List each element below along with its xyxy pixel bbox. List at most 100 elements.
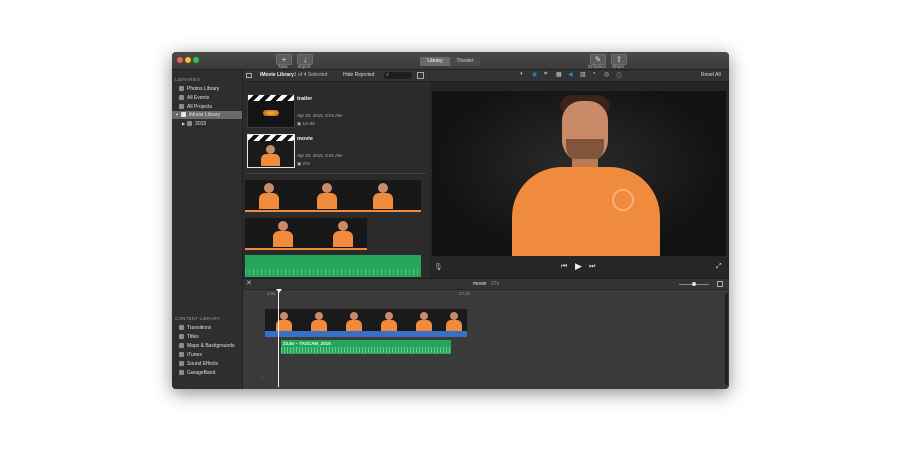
sidebar-item-label: Transitions <box>187 325 212 331</box>
clapperboard-icon <box>248 135 294 141</box>
grid-view-icon[interactable] <box>417 72 424 79</box>
noise-reduction-icon[interactable]: ▥ <box>580 71 586 78</box>
events-icon <box>179 95 184 101</box>
titles-icon <box>179 334 184 340</box>
skip-forward-icon[interactable]: ⏭ <box>589 263 595 271</box>
sound-effects-icon <box>179 361 184 367</box>
clip-filter-icon[interactable]: ◎ <box>604 71 609 78</box>
search-field[interactable]: ⌕ <box>384 72 412 79</box>
audio-waveform <box>245 269 421 275</box>
timeline-scrollbar[interactable] <box>725 293 728 385</box>
tab-theater[interactable]: Theater <box>450 57 480 66</box>
video-clip-audio-track <box>265 331 467 337</box>
sidebar-item-label: Photos Library <box>187 86 220 92</box>
audio-clip-timeline[interactable]: 23.8s – TASCAM_2015 <box>281 340 451 354</box>
sidebar-item-titles[interactable]: Titles <box>179 333 199 341</box>
viewer: ◐ ◉ ⌗ ▦ ◀ ▥ ◔ ◎ ⓘ Reset All 🎙 ⏮ ▶ ⏭ ⤢ <box>430 70 729 278</box>
sidebar-item-maps-backgrounds[interactable]: Maps & Backgrounds <box>179 342 235 350</box>
photos-icon <box>179 86 184 92</box>
audio-clip-browser[interactable] <box>245 255 421 277</box>
play-icon[interactable]: ▶ <box>575 261 582 272</box>
project-title-movie: movie <box>297 136 313 142</box>
library-browser: trailer Apr 20, 2015, 5:04 AM ▣ 1m 8s mo… <box>243 82 429 278</box>
sidebar-item-label: All Events <box>187 95 210 101</box>
person-shirt <box>512 167 660 256</box>
timeline: ✕ movie 27s 0.0s 27.0s 23.8s – TASCAM_20… <box>243 278 729 389</box>
disclosure-triangle-icon: ▼ <box>175 112 179 117</box>
clip-filmstrip-2[interactable] <box>245 218 367 250</box>
close-window-button[interactable] <box>177 57 183 63</box>
person-head <box>266 145 275 154</box>
library-theater-switch: Library Theater <box>420 57 480 66</box>
color-correction-icon[interactable]: ◉ <box>532 71 537 78</box>
sidebar-item-photos-library[interactable]: Photos Library <box>179 85 219 93</box>
volume-icon[interactable]: ◀ <box>568 71 573 78</box>
speed-icon[interactable]: ◔ <box>592 71 596 77</box>
stabilization-icon[interactable]: ▦ <box>556 71 562 78</box>
share-icon: ⇪ <box>615 55 623 64</box>
adjustments-toolbar: ◐ ◉ ⌗ ▦ ◀ ▥ ◔ ◎ ⓘ Reset All <box>430 70 729 82</box>
timeline-project-title: movie <box>473 281 487 287</box>
video-clip[interactable] <box>265 309 467 331</box>
shirt-logo <box>612 189 634 211</box>
sidebar-item-2015[interactable]: ▶ 2015 <box>182 120 206 128</box>
share-label: Share <box>611 64 624 69</box>
playhead[interactable] <box>278 289 279 387</box>
garageband-icon <box>179 370 184 376</box>
transitions-icon <box>179 325 184 331</box>
sidebar-item-label: 2015 <box>195 121 207 127</box>
sidebar-item-label: Sound Effects <box>187 361 219 367</box>
filter-popup[interactable]: Hide Rejected <box>343 70 374 81</box>
event-icon <box>187 121 193 127</box>
libraries-header: LIBRARIES <box>175 77 201 82</box>
voiceover-microphone-icon[interactable]: 🎙 <box>434 263 443 271</box>
crop-icon[interactable]: ⌗ <box>544 71 547 78</box>
sidebar-item-label: GarageBand <box>187 370 216 376</box>
zoom-slider-knob[interactable] <box>692 282 696 286</box>
clip-filmstrip-1[interactable] <box>245 180 421 212</box>
sidebar-item-garageband[interactable]: GarageBand <box>179 369 215 377</box>
close-icon[interactable]: ✕ <box>246 279 252 287</box>
timeline-settings-icon[interactable] <box>717 281 723 287</box>
person-shirt <box>261 154 280 166</box>
movie-thumbnail[interactable] <box>247 134 295 168</box>
sidebar-item-label: iTunes <box>187 352 202 358</box>
content-library-header: CONTENT LIBRARY <box>175 316 221 321</box>
project-date-movie: Apr 20, 2015, 5:01 AM <box>297 153 342 158</box>
itunes-icon <box>179 352 184 358</box>
project-duration-trailer: ▣ 1m 8s <box>297 121 315 126</box>
reset-all-button[interactable]: Reset All <box>701 72 721 78</box>
projects-icon <box>179 104 184 110</box>
audio-clip-label: 23.8s – TASCAM_2015 <box>283 341 331 346</box>
sidebar-item-imovie-library[interactable]: ▼ iMovie Library <box>172 111 242 119</box>
sidebar-item-itunes[interactable]: iTunes <box>179 351 202 359</box>
project-title-trailer: trailer <box>297 96 313 102</box>
timeline-start-time: 0.0s <box>267 291 276 296</box>
video-preview <box>432 91 726 256</box>
minimize-window-button[interactable] <box>185 57 191 63</box>
tab-library[interactable]: Library <box>420 57 450 66</box>
fullscreen-icon[interactable]: ⤢ <box>716 263 722 271</box>
color-balance-icon[interactable]: ◐ <box>520 71 524 77</box>
zoom-window-button[interactable] <box>193 57 199 63</box>
title-bar: + New ↓ Import Library Theater ✎ Enhance… <box>172 52 729 70</box>
plus-icon: + <box>281 55 287 64</box>
sidebar: LIBRARIES Photos Library All Events All … <box>172 70 243 389</box>
disclosure-triangle-icon: ▶ <box>182 121 186 126</box>
sidebar-item-sound-effects[interactable]: Sound Effects <box>179 360 218 368</box>
sidebar-item-all-events[interactable]: All Events <box>179 94 209 102</box>
sidebar-item-label: Maps & Backgrounds <box>187 343 235 349</box>
trailer-thumbnail[interactable] <box>247 94 295 128</box>
info-icon[interactable]: ⓘ <box>616 71 622 80</box>
project-date-trailer: Apr 20, 2015, 5:04 AM <box>297 113 342 118</box>
sidebar-item-transitions[interactable]: Transitions <box>179 324 211 332</box>
selection-count: 1 of 4 Selected <box>294 72 328 78</box>
sidebar-item-all-projects[interactable]: All Projects <box>179 103 212 111</box>
playhead-handle[interactable] <box>276 289 282 293</box>
search-icon: ⌕ <box>386 72 390 78</box>
sidebar-toggle-icon[interactable] <box>246 73 252 78</box>
microphone-icon: ♪ <box>261 374 264 380</box>
clapperboard-icon <box>248 95 294 101</box>
browser-toolbar: iMovie Library 1 of 4 Selected Hide Reje… <box>243 70 429 82</box>
skip-back-icon[interactable]: ⏮ <box>561 263 567 271</box>
